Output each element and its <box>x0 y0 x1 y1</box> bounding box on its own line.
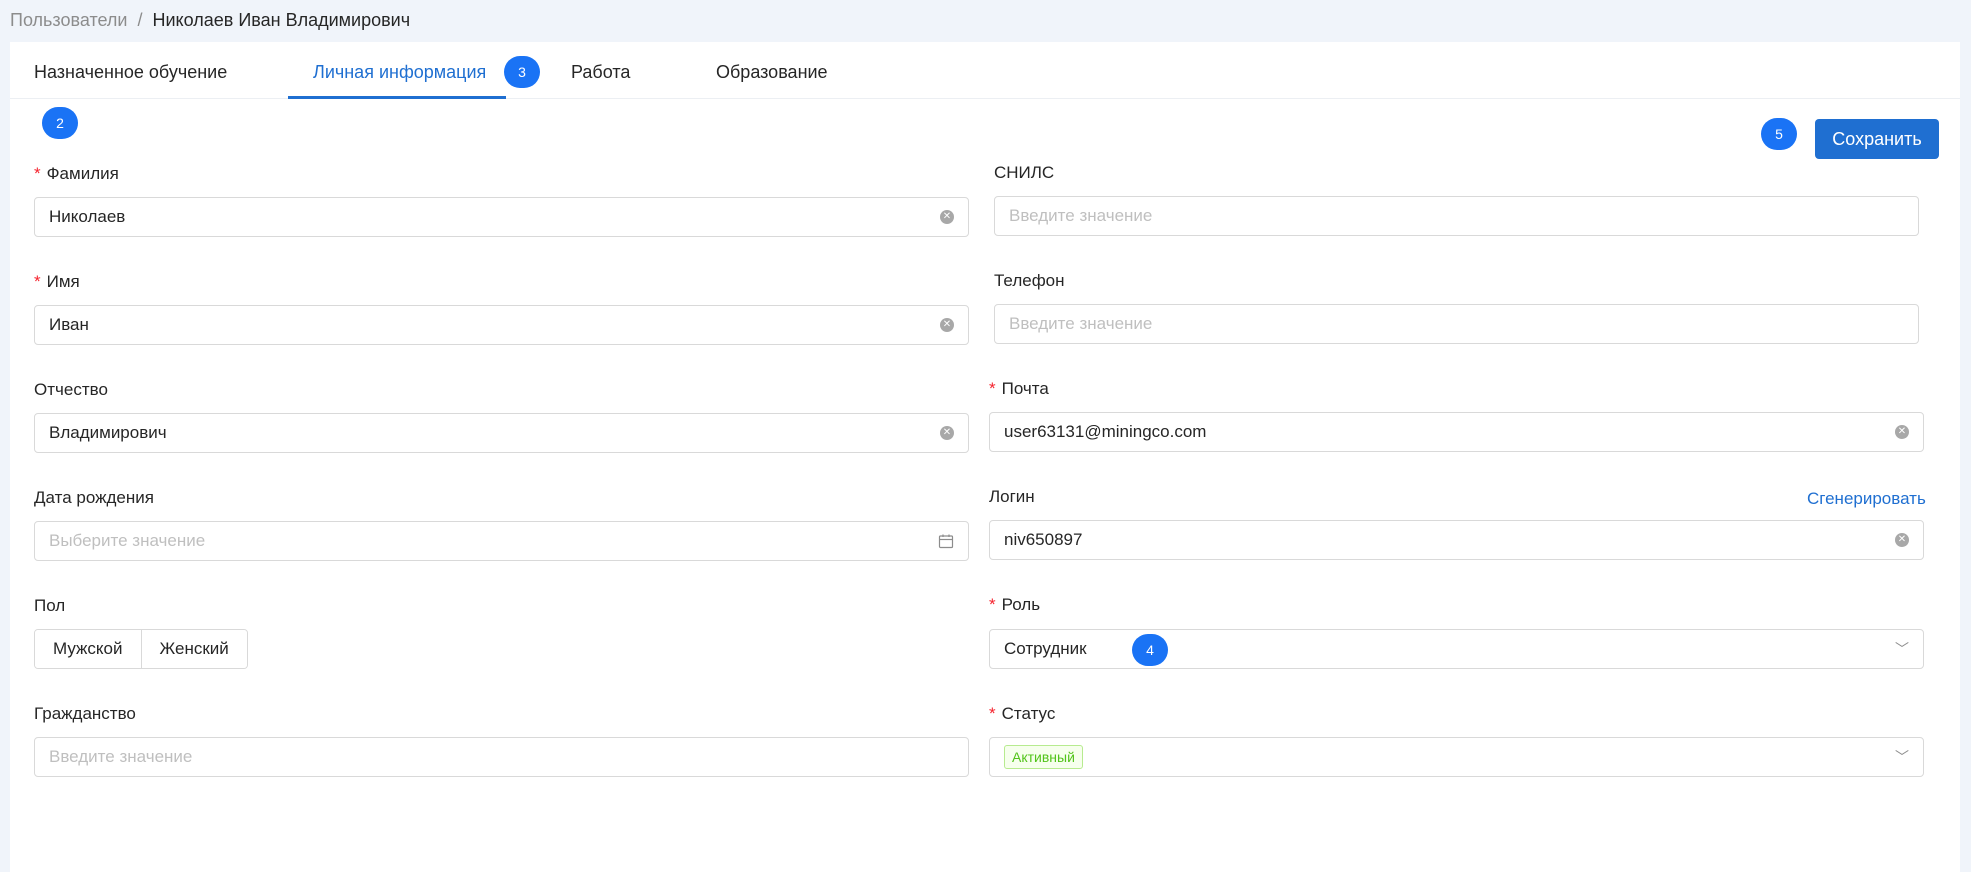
save-button[interactable]: Сохранить <box>1815 119 1939 159</box>
status-badge: Активный <box>1004 745 1083 769</box>
close-circle-icon[interactable]: ✕ <box>940 210 954 224</box>
breadcrumb: Пользователи / Николаев Иван Владимирови… <box>10 6 410 34</box>
birth-date-placeholder: Выберите значение <box>49 531 206 550</box>
breadcrumb-separator: / <box>137 9 143 30</box>
breadcrumb-users-link[interactable]: Пользователи <box>10 10 127 31</box>
gender-radio-group: Мужской Женский <box>34 629 248 669</box>
snils-label: СНИЛС <box>994 163 1055 182</box>
tab-assigned-training[interactable]: Назначенное обучение <box>34 42 227 99</box>
middle-name-label: Отчество <box>34 380 108 399</box>
citizenship-field[interactable]: Введите значение <box>34 737 969 777</box>
phone-label: Телефон <box>994 271 1065 290</box>
generate-login-link[interactable]: Сгенерировать <box>1807 489 1926 509</box>
active-tab-indicator <box>288 96 506 99</box>
email-field[interactable]: user63131@miningco.com ✕ <box>989 412 1924 452</box>
first-name-field[interactable]: Иван ✕ <box>34 305 969 345</box>
tab-personal-info[interactable]: Личная информация <box>313 42 486 99</box>
tab-bar: Назначенное обучение Личная информация Р… <box>10 42 1960 99</box>
breadcrumb-current: Николаев Иван Владимирович <box>152 9 411 30</box>
chevron-down-icon[interactable]: ﹀ <box>1895 639 1909 659</box>
user-card: Назначенное обучение Личная информация Р… <box>10 42 1960 872</box>
email-value: user63131@miningco.com <box>1004 422 1207 441</box>
citizenship-label: Гражданство <box>34 704 136 723</box>
close-circle-icon[interactable]: ✕ <box>940 318 954 332</box>
middle-name-field[interactable]: Владимирович ✕ <box>34 413 969 453</box>
marker-badge-5: 5 <box>1761 118 1797 150</box>
email-label: * Почта <box>989 379 1049 398</box>
birth-date-label: Дата рождения <box>34 488 154 507</box>
login-label: Логин <box>989 487 1035 506</box>
close-circle-icon[interactable]: ✕ <box>940 426 954 440</box>
close-circle-icon[interactable]: ✕ <box>1895 425 1909 439</box>
gender-option-female[interactable]: Женский <box>140 630 247 668</box>
phone-field[interactable]: Введите значение <box>994 304 1919 344</box>
last-name-value: Николаев <box>49 207 126 226</box>
tab-work[interactable]: Работа <box>571 42 630 99</box>
login-value: niv650897 <box>1004 530 1083 549</box>
phone-placeholder: Введите значение <box>1009 314 1153 333</box>
gender-label: Пол <box>34 596 66 615</box>
chevron-down-icon[interactable]: ﹀ <box>1895 747 1909 767</box>
birth-date-picker[interactable]: Выберите значение <box>34 521 969 561</box>
snils-placeholder: Введите значение <box>1009 206 1153 225</box>
status-select[interactable]: Активный ﹀ <box>989 737 1924 777</box>
first-name-label: * Имя <box>34 272 80 291</box>
last-name-label: * Фамилия <box>34 164 119 183</box>
role-label: * Роль <box>989 595 1041 614</box>
marker-badge-3: 3 <box>504 56 540 88</box>
marker-badge-2: 2 <box>42 107 78 139</box>
citizenship-placeholder: Введите значение <box>49 747 193 766</box>
close-circle-icon[interactable]: ✕ <box>1895 533 1909 547</box>
tab-education[interactable]: Образование <box>716 42 828 99</box>
last-name-field[interactable]: Николаев ✕ <box>34 197 969 237</box>
calendar-icon[interactable] <box>938 533 954 549</box>
first-name-value: Иван <box>49 315 89 334</box>
gender-option-male[interactable]: Мужской <box>35 630 141 668</box>
login-field[interactable]: niv650897 ✕ <box>989 520 1924 560</box>
role-select[interactable]: Сотрудник ﹀ <box>989 629 1924 669</box>
marker-badge-4: 4 <box>1132 634 1168 666</box>
status-label: * Статус <box>989 704 1056 723</box>
snils-field[interactable]: Введите значение <box>994 196 1919 236</box>
middle-name-value: Владимирович <box>49 423 167 442</box>
